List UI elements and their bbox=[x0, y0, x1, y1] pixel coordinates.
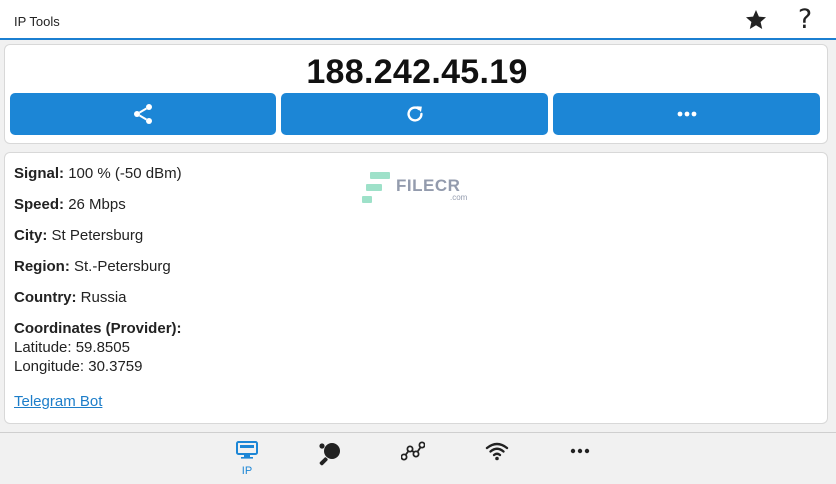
coordinates-heading: Coordinates (Provider): bbox=[14, 320, 182, 337]
speed-value: 26 Mbps bbox=[68, 196, 126, 213]
nav-ip[interactable]: IP bbox=[227, 441, 267, 477]
telegram-bot-link[interactable]: Telegram Bot bbox=[14, 393, 102, 410]
latitude-label: Latitude: bbox=[14, 339, 72, 356]
app-title: IP Tools bbox=[14, 14, 60, 29]
country-value: Russia bbox=[80, 289, 127, 306]
watermark-suffix: .com bbox=[450, 193, 468, 202]
longitude-label: Longitude: bbox=[14, 358, 85, 375]
ip-address: 188.242.45.19 bbox=[306, 53, 528, 91]
more-horizontal-icon bbox=[676, 110, 698, 118]
monitor-icon bbox=[236, 441, 258, 464]
nav-traceroute[interactable] bbox=[393, 441, 433, 477]
refresh-button[interactable] bbox=[281, 93, 548, 135]
nav-ip-label: IP bbox=[241, 465, 253, 477]
country-label: Country: bbox=[14, 289, 77, 306]
nav-more[interactable] bbox=[560, 441, 600, 477]
nav-wifi[interactable] bbox=[477, 441, 517, 477]
city-row: City: St Petersburg bbox=[14, 227, 143, 244]
city-label: City: bbox=[14, 227, 48, 244]
watermark: FILECR .com bbox=[362, 170, 472, 206]
city-value: St Petersburg bbox=[51, 227, 144, 244]
bottom-nav: IP bbox=[0, 433, 836, 484]
longitude-value: 30.3759 bbox=[88, 358, 143, 375]
coordinates-label: Coordinates (Provider): bbox=[14, 320, 182, 337]
wifi-icon bbox=[485, 441, 509, 466]
ping-pong-icon bbox=[317, 441, 343, 472]
country-row: Country: Russia bbox=[14, 289, 127, 306]
nav-ping[interactable] bbox=[310, 441, 350, 477]
signal-value: 100 % (-50 dBm) bbox=[68, 165, 182, 182]
ip-card: 188.242.45.19 bbox=[4, 44, 828, 144]
help-icon[interactable]: ? bbox=[794, 6, 816, 34]
refresh-icon bbox=[404, 103, 426, 125]
speed-label: Speed: bbox=[14, 196, 65, 213]
share-icon bbox=[131, 102, 155, 126]
star-icon[interactable] bbox=[744, 8, 768, 32]
region-label: Region: bbox=[14, 258, 70, 275]
latitude-value: 59.8505 bbox=[75, 339, 130, 356]
signal-label: Signal: bbox=[14, 165, 65, 182]
share-button[interactable] bbox=[10, 93, 276, 135]
signal-row: Signal: 100 % (-50 dBm) bbox=[14, 165, 182, 182]
more-button[interactable] bbox=[553, 93, 820, 135]
region-value: St.-Petersburg bbox=[74, 258, 171, 275]
latitude-row: Latitude: 59.8505 bbox=[14, 339, 130, 356]
longitude-row: Longitude: 30.3759 bbox=[14, 358, 142, 375]
network-nodes-icon bbox=[400, 441, 426, 466]
region-row: Region: St.-Petersburg bbox=[14, 258, 171, 275]
more-horizontal-icon bbox=[569, 441, 591, 466]
speed-row: Speed: 26 Mbps bbox=[14, 196, 126, 213]
watermark-logo-icon bbox=[362, 172, 392, 204]
app-bar: IP Tools ? bbox=[0, 0, 836, 40]
